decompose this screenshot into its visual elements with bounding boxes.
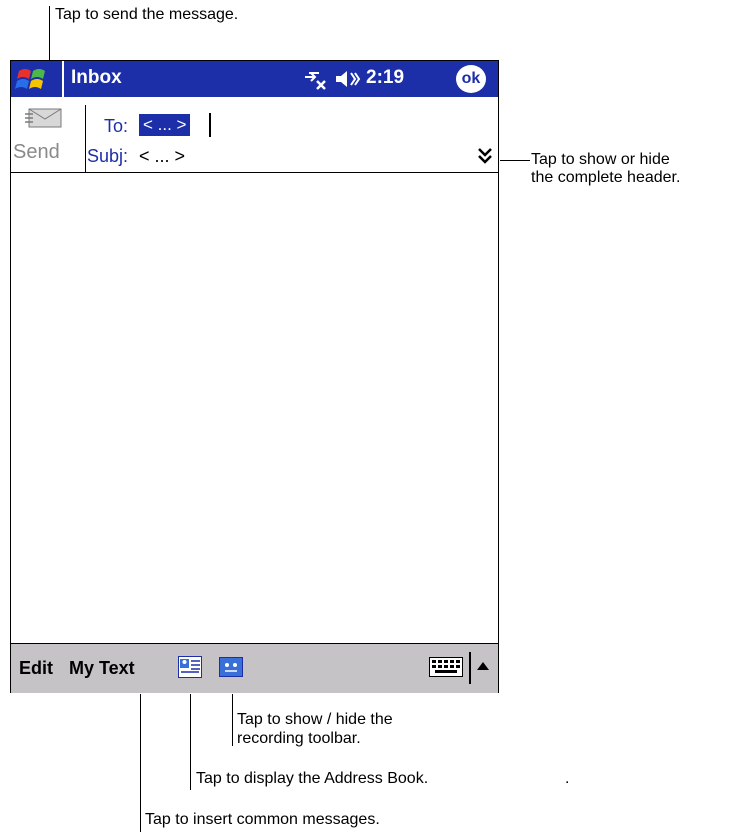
message-body-input[interactable] [11, 173, 498, 643]
text-cursor [209, 113, 211, 137]
windows-start-icon [15, 69, 45, 89]
recording-callout-text-2: recording toolbar. [237, 730, 361, 747]
my-text-menu[interactable]: My Text [69, 658, 135, 679]
menu-bar: Edit My Text [11, 643, 498, 693]
mytext-callout-text: Tap to insert common messages. [145, 811, 380, 828]
expand-header-button[interactable] [477, 147, 493, 165]
header-callout-line [500, 160, 530, 161]
clock[interactable]: 2:19 [366, 67, 404, 89]
address-book-callout-line [190, 694, 191, 790]
sip-divider [469, 652, 471, 684]
pocket-pc-screen: Inbox 2:19 ok Send To: < ... > Subj: < .… [10, 60, 499, 693]
title-bar: Inbox 2:19 ok [11, 61, 498, 97]
ok-button[interactable]: ok [456, 65, 486, 93]
double-chevron-down-icon [478, 148, 492, 164]
speaker-icon[interactable] [334, 68, 362, 90]
address-book-button[interactable] [178, 656, 202, 678]
title-divider [62, 61, 64, 97]
send-callout-text: Tap to send the message. [55, 6, 239, 23]
keyboard-button[interactable] [429, 657, 463, 677]
mytext-callout-line [140, 694, 141, 832]
header-callout-text-1: Tap to show or hide [531, 151, 670, 168]
edit-menu[interactable]: Edit [19, 658, 53, 679]
sip-arrow-icon[interactable] [477, 662, 489, 670]
start-menu-button[interactable] [11, 61, 61, 97]
to-field[interactable]: < ... > [139, 114, 191, 136]
envelope-icon [25, 108, 62, 128]
recording-callout-text-1: Tap to show / hide the [237, 711, 393, 728]
recording-callout-line [232, 694, 233, 746]
to-label: To: [104, 116, 129, 136]
connectivity-icon[interactable] [301, 67, 329, 91]
send-button[interactable]: Send [11, 97, 85, 171]
address-book-callout-text: Tap to display the Address Book. [196, 770, 429, 787]
header-callout-text-2: the complete header. [531, 169, 681, 186]
keyboard-icon [429, 657, 463, 677]
send-label: Send [13, 141, 60, 163]
recording-toolbar-button[interactable] [219, 657, 243, 677]
address-book-icon [178, 656, 202, 678]
app-title: Inbox [71, 67, 122, 88]
subj-field[interactable]: < ... > [139, 146, 185, 167]
send-divider [85, 105, 86, 173]
recording-toolbar-icon [219, 657, 243, 677]
stray-dot: . [565, 770, 570, 787]
subj-label: Subj: [87, 146, 129, 166]
